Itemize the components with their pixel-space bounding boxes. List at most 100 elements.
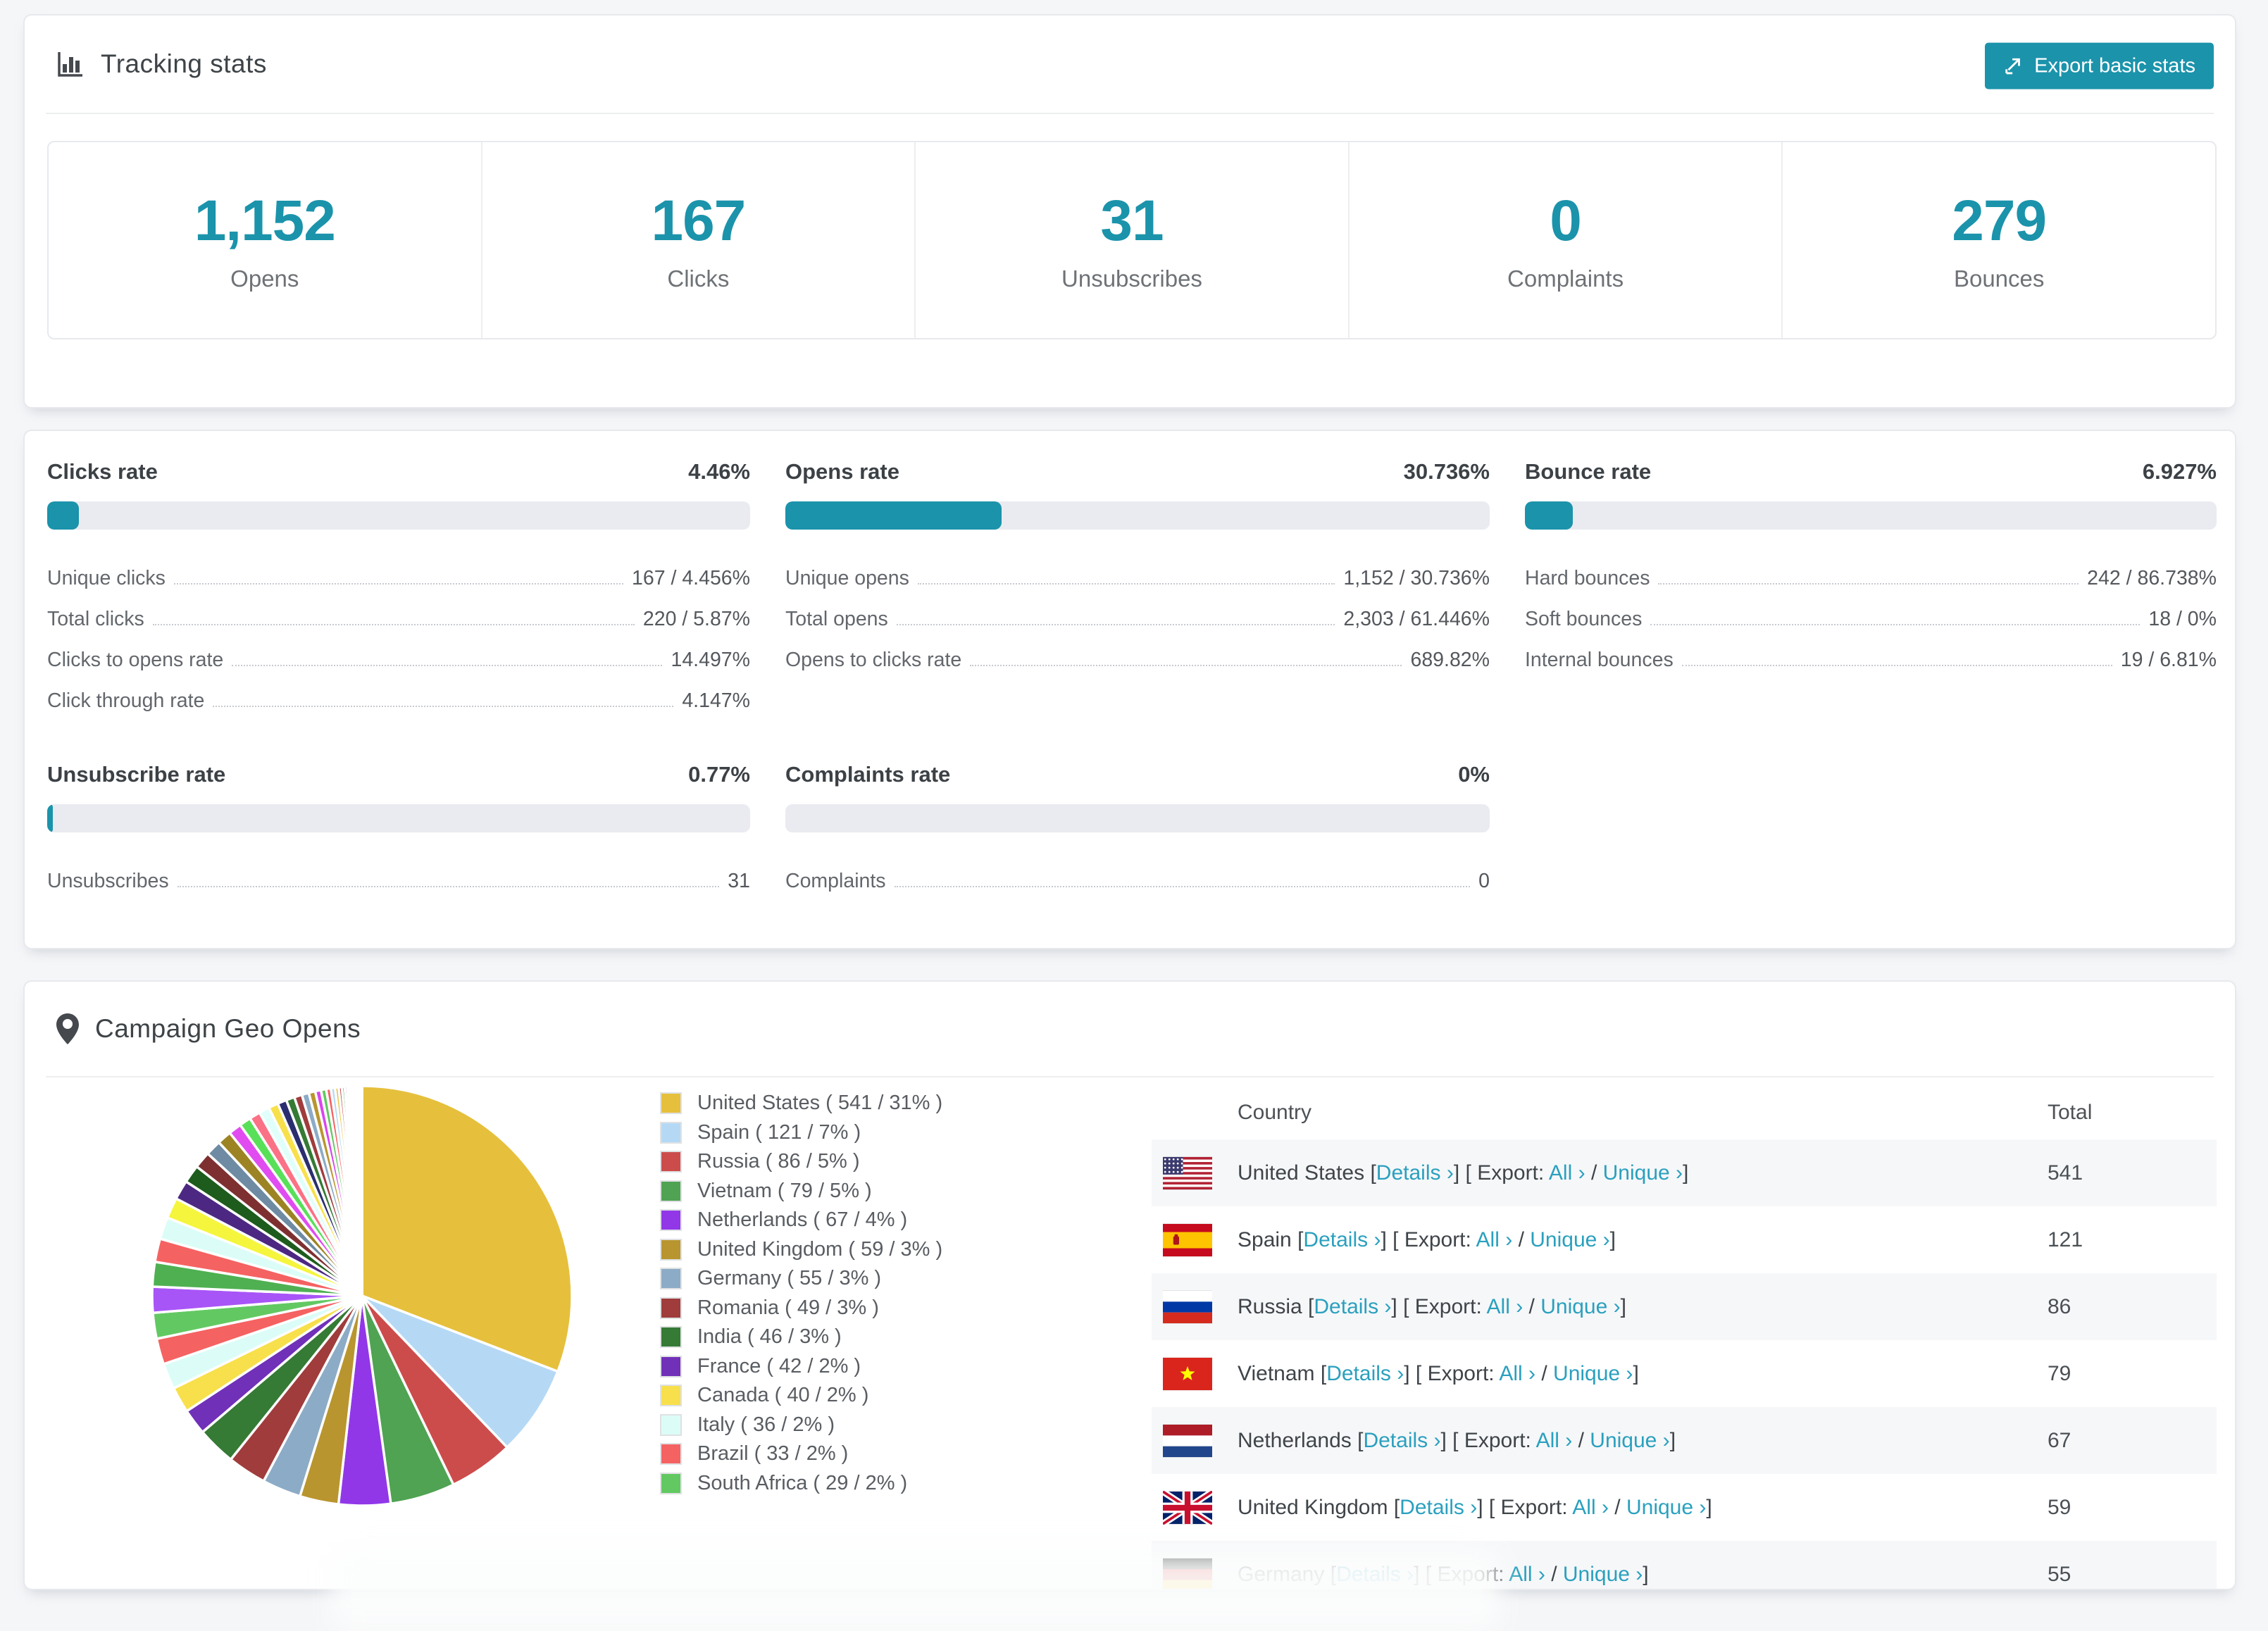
rate-block: Complaints rate 0% Complaints 0 — [785, 762, 1490, 897]
rate-title: Complaints rate — [785, 762, 951, 787]
export-all-link[interactable]: All › — [1509, 1563, 1545, 1586]
rate-row-label: Click through rate — [47, 689, 205, 712]
legend-swatch — [660, 1121, 682, 1144]
legend-label: Brazil ( 33 / 2% ) — [697, 1442, 849, 1466]
rate-row: Unsubscribes 31 — [47, 856, 750, 897]
legend-swatch — [660, 1180, 682, 1202]
rate-head: Unsubscribe rate 0.77% — [47, 762, 750, 793]
rate-row-value: 18 / 0% — [2148, 608, 2217, 630]
country-name: Russia — [1238, 1294, 1302, 1318]
stat-value: 0 — [1550, 189, 1582, 253]
rate-block: Opens rate 30.736% Unique opens 1,152 / … — [785, 459, 1490, 676]
slash: / — [1528, 1294, 1535, 1318]
export-prefix: Export: — [1404, 1227, 1471, 1251]
details-link[interactable]: Details › — [1326, 1362, 1404, 1385]
legend-label: Canada ( 40 / 2% ) — [697, 1384, 869, 1407]
dotted-leader — [917, 583, 1335, 585]
geo-row-text: Russia [Details ›] [ Export: All › / Uni… — [1238, 1295, 1626, 1319]
export-icon — [2003, 56, 2024, 77]
legend-swatch — [660, 1413, 682, 1436]
geo-row-total: 79 — [2048, 1361, 2071, 1385]
country-flag-icon — [1163, 1290, 1212, 1324]
geo-row-total: 541 — [2048, 1161, 2083, 1185]
geo-table-row: Netherlands [Details ›] [ Export: All › … — [1152, 1407, 2217, 1474]
rate-progress-fill — [1525, 501, 1574, 530]
slash: / — [1541, 1361, 1547, 1385]
legend-swatch — [660, 1296, 682, 1319]
rate-row-value: 689.82% — [1410, 649, 1490, 671]
export-unique-link[interactable]: Unique › — [1540, 1295, 1620, 1318]
dotted-leader — [896, 624, 1335, 625]
export-all-link[interactable]: All › — [1549, 1161, 1585, 1185]
rate-rows: Complaints 0 — [785, 856, 1490, 897]
export-unique-link[interactable]: Unique › — [1590, 1429, 1669, 1452]
geo-table-row: Russia [Details ›] [ Export: All › / Uni… — [1152, 1273, 2217, 1340]
rate-row-value: 220 / 5.87% — [642, 608, 750, 630]
rate-value: 0% — [1458, 762, 1490, 787]
slash: / — [1518, 1227, 1524, 1251]
geo-table: Country Total United States [Details ›] … — [1152, 1086, 2217, 1589]
details-link[interactable]: Details › — [1336, 1563, 1414, 1586]
legend-swatch — [660, 1209, 682, 1232]
geo-row-text: Spain [Details ›] [ Export: All › / Uniq… — [1238, 1228, 1616, 1252]
legend-swatch — [660, 1355, 682, 1377]
details-link[interactable]: Details › — [1363, 1429, 1440, 1452]
dotted-leader — [894, 886, 1471, 887]
bracket: ] [ — [1404, 1361, 1422, 1385]
export-unique-link[interactable]: Unique › — [1553, 1362, 1633, 1385]
bracket: ] [ — [1391, 1294, 1409, 1318]
details-link[interactable]: Details › — [1314, 1295, 1391, 1318]
export-all-link[interactable]: All › — [1536, 1429, 1573, 1452]
summary-stats-panel: 1,152 Opens 167 Clicks 31 Unsubscribes 0… — [47, 141, 2217, 339]
legend-label: Vietnam ( 79 / 5% ) — [697, 1179, 872, 1202]
export-prefix: Export: — [1500, 1495, 1568, 1519]
geo-table-row: Spain [Details ›] [ Export: All › / Uniq… — [1152, 1206, 2217, 1273]
dotted-leader — [177, 886, 720, 887]
details-link[interactable]: Details › — [1400, 1496, 1477, 1519]
bar-chart-icon — [56, 49, 85, 79]
bracket: [ — [1320, 1361, 1327, 1385]
geo-row-text: United States [Details ›] [ Export: All … — [1238, 1161, 1688, 1185]
bracket: ] — [1643, 1562, 1649, 1586]
tracking-stats-card: Tracking stats Export basic stats 1,152 … — [23, 14, 2236, 408]
geo-row-text: Netherlands [Details ›] [ Export: All › … — [1238, 1429, 1676, 1453]
stat-label: Bounces — [1953, 265, 2045, 292]
export-all-link[interactable]: All › — [1487, 1295, 1524, 1318]
dotted-leader — [1650, 624, 2141, 625]
rate-row-label: Complaints — [785, 870, 886, 892]
rate-rows: Unique opens 1,152 / 30.736% Total opens… — [785, 554, 1490, 676]
export-unique-link[interactable]: Unique › — [1530, 1228, 1609, 1251]
rate-progress-bar — [785, 804, 1490, 832]
rate-progress-bar — [47, 804, 750, 832]
rates-card: Clicks rate 4.46% Unique clicks 167 / 4.… — [23, 430, 2236, 949]
rate-row-value: 4.147% — [682, 689, 750, 712]
export-all-link[interactable]: All › — [1499, 1362, 1535, 1385]
export-all-link[interactable]: All › — [1476, 1228, 1513, 1251]
pie-slice — [360, 1085, 363, 1297]
country-name: United Kingdom — [1238, 1495, 1388, 1519]
legend-swatch — [660, 1268, 682, 1290]
country-name: Netherlands — [1238, 1428, 1352, 1452]
country-name: Vietnam — [1238, 1361, 1315, 1385]
slash: / — [1614, 1495, 1621, 1519]
legend-item: Canada ( 40 / 2% ) — [660, 1381, 942, 1411]
details-link[interactable]: Details › — [1303, 1228, 1381, 1251]
rate-row-label: Unsubscribes — [47, 870, 169, 892]
rate-row-value: 1,152 / 30.736% — [1343, 567, 1490, 589]
rate-row: Clicks to opens rate 14.497% — [47, 635, 750, 676]
export-all-link[interactable]: All › — [1572, 1496, 1609, 1519]
export-prefix: Export: — [1477, 1161, 1545, 1185]
rate-rows: Unique clicks 167 / 4.456% Total clicks … — [47, 554, 750, 717]
rate-row-label: Soft bounces — [1525, 608, 1643, 630]
rate-row-label: Internal bounces — [1525, 649, 1674, 671]
dotted-leader — [970, 665, 1402, 666]
rate-progress-fill — [785, 501, 1002, 530]
export-prefix: Export: — [1414, 1294, 1482, 1318]
bracket: ] [ — [1414, 1562, 1432, 1586]
legend-label: Netherlands ( 67 / 4% ) — [697, 1208, 908, 1232]
export-basic-stats-button[interactable]: Export basic stats — [1985, 42, 2214, 89]
export-unique-link[interactable]: Unique › — [1626, 1496, 1706, 1519]
export-unique-link[interactable]: Unique › — [1563, 1563, 1643, 1586]
export-unique-link[interactable]: Unique › — [1603, 1161, 1683, 1185]
details-link[interactable]: Details › — [1376, 1161, 1454, 1185]
